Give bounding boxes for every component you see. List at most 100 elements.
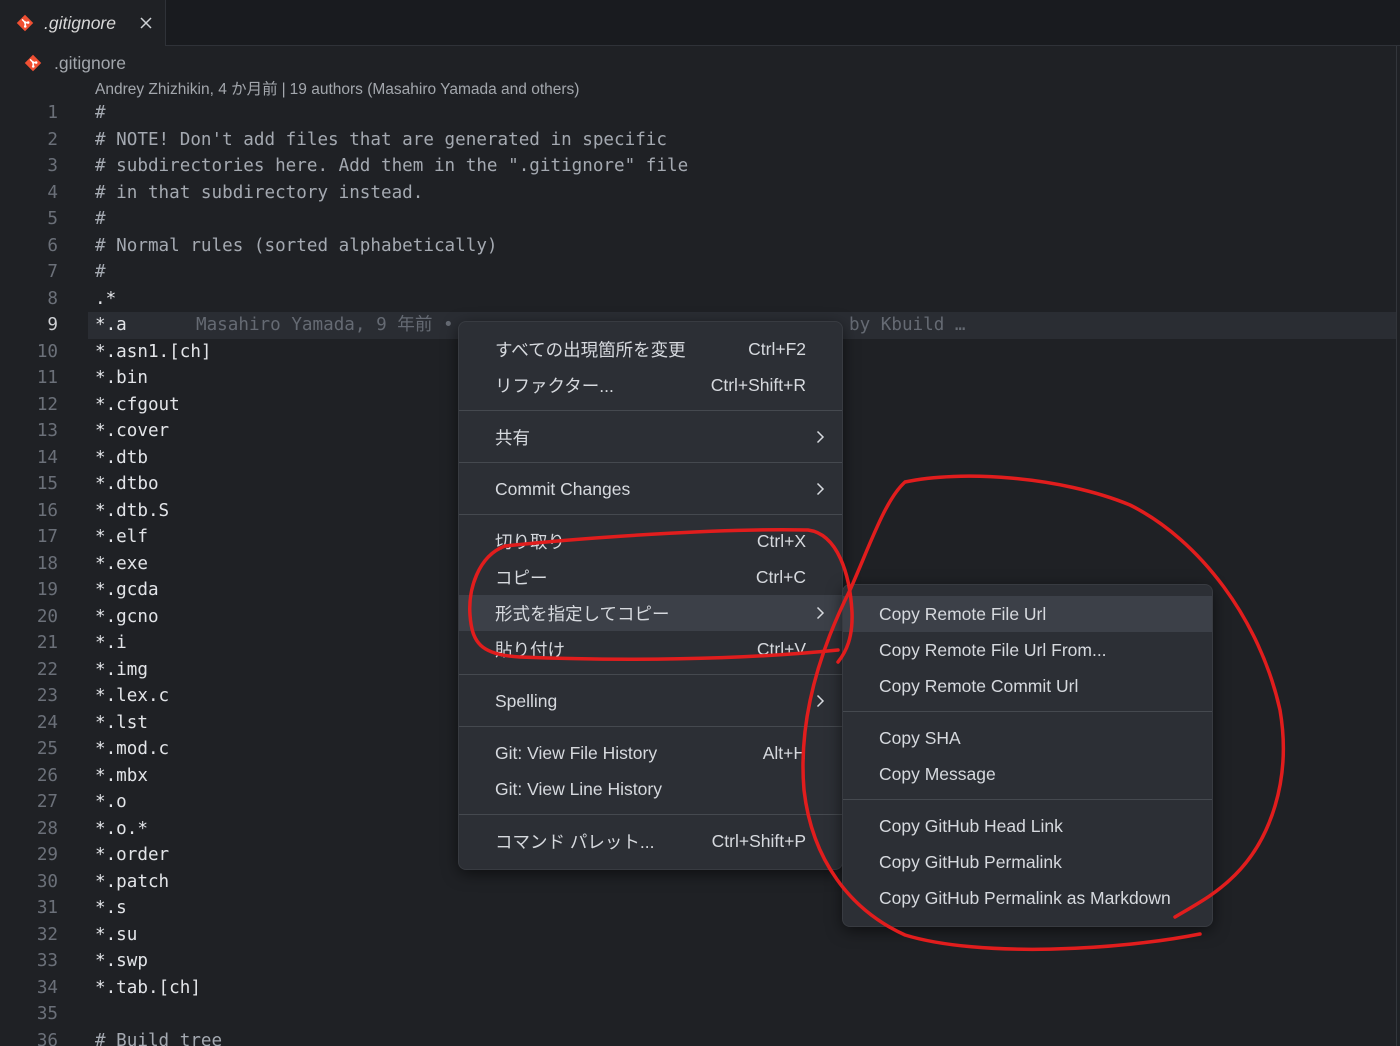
code-line[interactable]: 34 *.tab.[ch] — [0, 975, 1396, 1002]
menu-item-label: Copy Remote Commit Url — [879, 675, 1079, 696]
code-text[interactable]: .* — [88, 286, 1396, 313]
line-number[interactable]: 31 — [0, 895, 58, 922]
codelens-separator: | — [281, 81, 286, 98]
line-number[interactable]: 28 — [0, 816, 58, 843]
line-number[interactable]: 25 — [0, 736, 58, 763]
codelens-recent-change[interactable]: Andrey Zhizhikin, 4 か月前 — [95, 81, 278, 98]
menu-item-paste[interactable]: 貼り付け Ctrl+V — [459, 631, 842, 667]
line-number[interactable]: 8 — [0, 286, 58, 313]
tab-gitignore[interactable]: .gitignore — [0, 0, 166, 46]
line-number[interactable]: 33 — [0, 948, 58, 975]
line-number[interactable]: 1 — [0, 100, 58, 127]
submenu-item-copy-message[interactable]: Copy Message — [843, 756, 1212, 792]
menu-item-label: Copy SHA — [879, 727, 961, 748]
line-number[interactable]: 2 — [0, 127, 58, 154]
line-number[interactable]: 15 — [0, 471, 58, 498]
menu-item-copy[interactable]: コピー Ctrl+C — [459, 559, 842, 595]
code-line[interactable]: 2 # NOTE! Don't add files that are genera… — [0, 127, 1396, 154]
menu-separator — [459, 667, 842, 683]
code-text[interactable]: # — [88, 206, 1396, 233]
code-line[interactable]: 36 # Build tree — [0, 1028, 1396, 1046]
menu-item-git-view-line-history[interactable]: Git: View Line History — [459, 771, 842, 807]
code-line[interactable]: 35 — [0, 1001, 1396, 1028]
submenu-item-copy-github-permalink[interactable]: Copy GitHub Permalink — [843, 844, 1212, 880]
line-number[interactable]: 23 — [0, 683, 58, 710]
menu-item-git-view-file-history[interactable]: Git: View File History Alt+H — [459, 735, 842, 771]
code-text[interactable]: # in that subdirectory instead. — [88, 180, 1396, 207]
line-number[interactable]: 10 — [0, 339, 58, 366]
code-text[interactable] — [88, 1001, 1396, 1028]
menu-item-command-palette[interactable]: コマンド パレット... Ctrl+Shift+P — [459, 823, 842, 859]
line-number[interactable]: 7 — [0, 259, 58, 286]
submenu-item-copy-remote-file-url[interactable]: Copy Remote File Url — [843, 596, 1212, 632]
code-text[interactable]: # Normal rules (sorted alphabetically) — [88, 233, 1396, 260]
line-number[interactable]: 14 — [0, 445, 58, 472]
menu-item-label: コマンド パレット... — [495, 831, 655, 852]
code-line[interactable]: 6 # Normal rules (sorted alphabetically) — [0, 233, 1396, 260]
line-number[interactable]: 35 — [0, 1001, 58, 1028]
submenu-item-copy-sha[interactable]: Copy SHA — [843, 720, 1212, 756]
line-number[interactable]: 26 — [0, 763, 58, 790]
code-text[interactable]: *.tab.[ch] — [88, 975, 1396, 1002]
menu-item-cut[interactable]: 切り取り Ctrl+X — [459, 523, 842, 559]
line-number[interactable]: 11 — [0, 365, 58, 392]
code-text[interactable]: # subdirectories here. Add them in the "… — [88, 153, 1396, 180]
menu-item-shortcut: Ctrl+X — [756, 530, 806, 551]
code-text[interactable]: # Build tree — [88, 1028, 1396, 1046]
code-line[interactable]: 5 # — [0, 206, 1396, 233]
line-number[interactable]: 20 — [0, 604, 58, 631]
line-number[interactable]: 16 — [0, 498, 58, 525]
line-number[interactable]: 21 — [0, 630, 58, 657]
menu-separator — [459, 807, 842, 823]
code-line[interactable]: 4 # in that subdirectory instead. — [0, 180, 1396, 207]
code-text[interactable]: # — [88, 100, 1396, 127]
line-number[interactable]: 17 — [0, 524, 58, 551]
code-line[interactable]: 1 # — [0, 100, 1396, 127]
code-text[interactable]: # — [88, 259, 1396, 286]
menu-separator — [459, 719, 842, 735]
breadcrumb-file[interactable]: .gitignore — [54, 50, 126, 76]
submenu-item-copy-github-permalink-markdown[interactable]: Copy GitHub Permalink as Markdown — [843, 880, 1212, 916]
line-number[interactable]: 19 — [0, 577, 58, 604]
menu-item-spelling[interactable]: Spelling — [459, 683, 842, 719]
line-number[interactable]: 4 — [0, 180, 58, 207]
menu-item-copy-as[interactable]: 形式を指定してコピー — [459, 595, 842, 631]
submenu-item-copy-remote-file-url-from[interactable]: Copy Remote File Url From... — [843, 632, 1212, 668]
editor-scrollbar-border — [1396, 46, 1397, 1046]
menu-item-label: Spelling — [495, 690, 558, 711]
line-number[interactable]: 3 — [0, 153, 58, 180]
menu-separator — [459, 403, 842, 419]
submenu-item-copy-remote-commit-url[interactable]: Copy Remote Commit Url — [843, 668, 1212, 704]
line-number[interactable]: 9 — [0, 312, 58, 339]
line-number[interactable]: 34 — [0, 975, 58, 1002]
line-number[interactable]: 22 — [0, 657, 58, 684]
menu-item-commit-changes[interactable]: Commit Changes — [459, 471, 842, 507]
code-line[interactable]: 33 *.swp — [0, 948, 1396, 975]
code-text[interactable]: # NOTE! Don't add files that are generat… — [88, 127, 1396, 154]
code-line[interactable]: 3 # subdirectories here. Add them in the … — [0, 153, 1396, 180]
code-line[interactable]: 7 # — [0, 259, 1396, 286]
line-number[interactable]: 13 — [0, 418, 58, 445]
menu-item-share[interactable]: 共有 — [459, 419, 842, 455]
menu-item-label: Copy GitHub Head Link — [879, 815, 1063, 836]
code-text[interactable]: *.swp — [88, 948, 1396, 975]
line-number[interactable]: 27 — [0, 789, 58, 816]
submenu-item-copy-github-head-link[interactable]: Copy GitHub Head Link — [843, 808, 1212, 844]
menu-item-refactor[interactable]: リファクター... Ctrl+Shift+R — [459, 367, 842, 403]
line-number[interactable]: 24 — [0, 710, 58, 737]
line-number[interactable]: 29 — [0, 842, 58, 869]
menu-item-label: 共有 — [495, 427, 530, 448]
codelens-authors[interactable]: 19 authors (Masahiro Yamada and others) — [290, 81, 580, 98]
close-icon[interactable] — [138, 15, 154, 31]
line-number[interactable]: 18 — [0, 551, 58, 578]
line-number[interactable]: 5 — [0, 206, 58, 233]
line-number[interactable]: 30 — [0, 869, 58, 896]
line-number[interactable]: 32 — [0, 922, 58, 949]
line-number[interactable]: 12 — [0, 392, 58, 419]
menu-item-shortcut: Ctrl+Shift+R — [710, 374, 806, 395]
line-number[interactable]: 6 — [0, 233, 58, 260]
code-line[interactable]: 8 .* — [0, 286, 1396, 313]
line-number[interactable]: 36 — [0, 1028, 58, 1046]
menu-separator — [459, 507, 842, 523]
menu-item-change-all-occurrences[interactable]: すべての出現箇所を変更 Ctrl+F2 — [459, 331, 842, 367]
